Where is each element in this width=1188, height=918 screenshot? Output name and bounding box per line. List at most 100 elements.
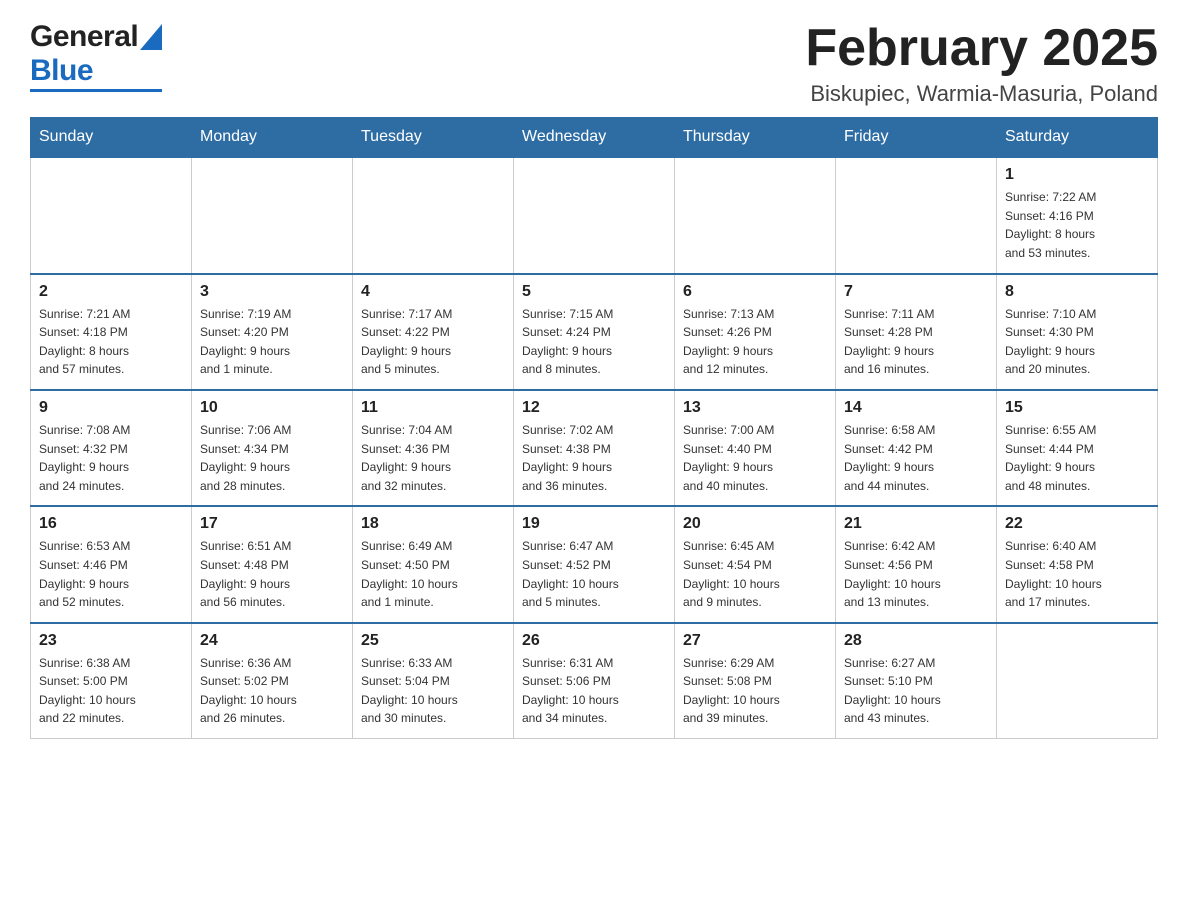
week-row-1: 1Sunrise: 7:22 AM Sunset: 4:16 PM Daylig… [31,157,1158,273]
day-header-sunday: Sunday [31,118,192,158]
calendar-cell: 21Sunrise: 6:42 AM Sunset: 4:56 PM Dayli… [836,506,997,622]
day-info: Sunrise: 7:17 AM Sunset: 4:22 PM Dayligh… [361,305,505,379]
day-info: Sunrise: 7:15 AM Sunset: 4:24 PM Dayligh… [522,305,666,379]
month-title: February 2025 [805,20,1158,77]
calendar-cell: 2 Sunrise: 7:21 AM Sunset: 4:18 PM Daylig… [31,274,192,390]
day-info: Sunrise: 6:55 AM Sunset: 4:44 PM Dayligh… [1005,421,1149,495]
calendar-cell: 23Sunrise: 6:38 AM Sunset: 5:00 PM Dayli… [31,623,192,739]
day-number: 24 [200,632,344,650]
calendar-cell: 14 Sunrise: 6:58 AM Sunset: 4:42 PM Dayli… [836,390,997,506]
day-info: Sunrise: 6:29 AM Sunset: 5:08 PM Dayligh… [683,654,827,728]
day-info: Sunrise: 6:47 AM Sunset: 4:52 PM Dayligh… [522,537,666,611]
calendar-cell: 1Sunrise: 7:22 AM Sunset: 4:16 PM Daylig… [997,157,1158,273]
day-info: Sunrise: 6:45 AM Sunset: 4:54 PM Dayligh… [683,537,827,611]
day-info: Sunrise: 6:51 AM Sunset: 4:48 PM Dayligh… [200,537,344,611]
day-info: Sunrise: 6:27 AM Sunset: 5:10 PM Dayligh… [844,654,988,728]
calendar-cell [836,157,997,273]
calendar-cell: 27 Sunrise: 6:29 AM Sunset: 5:08 PM Dayli… [675,623,836,739]
logo-triangle-icon [140,24,162,50]
day-number: 11 [361,399,505,417]
day-header-friday: Friday [836,118,997,158]
page-header: General Blue February 2025 Biskupiec, Wa… [30,20,1158,107]
day-number: 2 [39,283,183,301]
calendar-cell: 24 Sunrise: 6:36 AM Sunset: 5:02 PM Dayli… [192,623,353,739]
day-info: Sunrise: 7:06 AM Sunset: 4:34 PM Dayligh… [200,421,344,495]
day-number: 26 [522,632,666,650]
week-row-3: 9 Sunrise: 7:08 AM Sunset: 4:32 PM Daylig… [31,390,1158,506]
day-number: 5 [522,283,666,301]
calendar-cell: 10 Sunrise: 7:06 AM Sunset: 4:34 PM Dayli… [192,390,353,506]
week-row-5: 23Sunrise: 6:38 AM Sunset: 5:00 PM Dayli… [31,623,1158,739]
day-info: Sunrise: 7:00 AM Sunset: 4:40 PM Dayligh… [683,421,827,495]
day-number: 10 [200,399,344,417]
day-number: 23 [39,632,183,650]
calendar-cell [514,157,675,273]
day-info: Sunrise: 7:19 AM Sunset: 4:20 PM Dayligh… [200,305,344,379]
calendar-cell: 8Sunrise: 7:10 AM Sunset: 4:30 PM Daylig… [997,274,1158,390]
day-info: Sunrise: 7:21 AM Sunset: 4:18 PM Dayligh… [39,305,183,379]
calendar-cell: 4 Sunrise: 7:17 AM Sunset: 4:22 PM Daylig… [353,274,514,390]
day-number: 3 [200,283,344,301]
day-number: 25 [361,632,505,650]
day-number: 16 [39,515,183,533]
day-info: Sunrise: 7:11 AM Sunset: 4:28 PM Dayligh… [844,305,988,379]
calendar-cell: 11 Sunrise: 7:04 AM Sunset: 4:36 PM Dayli… [353,390,514,506]
calendar-cell [353,157,514,273]
day-info: Sunrise: 6:36 AM Sunset: 5:02 PM Dayligh… [200,654,344,728]
day-number: 28 [844,632,988,650]
day-info: Sunrise: 7:02 AM Sunset: 4:38 PM Dayligh… [522,421,666,495]
day-info: Sunrise: 7:22 AM Sunset: 4:16 PM Dayligh… [1005,188,1149,262]
calendar-cell: 19Sunrise: 6:47 AM Sunset: 4:52 PM Dayli… [514,506,675,622]
calendar-cell: 18Sunrise: 6:49 AM Sunset: 4:50 PM Dayli… [353,506,514,622]
calendar-cell: 17 Sunrise: 6:51 AM Sunset: 4:48 PM Dayli… [192,506,353,622]
calendar-cell: 28 Sunrise: 6:27 AM Sunset: 5:10 PM Dayli… [836,623,997,739]
day-number: 14 [844,399,988,417]
calendar-cell: 12 Sunrise: 7:02 AM Sunset: 4:38 PM Dayli… [514,390,675,506]
day-number: 27 [683,632,827,650]
day-header-tuesday: Tuesday [353,118,514,158]
day-info: Sunrise: 6:58 AM Sunset: 4:42 PM Dayligh… [844,421,988,495]
logo-general-text: General [30,20,138,54]
day-info: Sunrise: 7:13 AM Sunset: 4:26 PM Dayligh… [683,305,827,379]
calendar-cell: 22Sunrise: 6:40 AM Sunset: 4:58 PM Dayli… [997,506,1158,622]
calendar-cell: 9 Sunrise: 7:08 AM Sunset: 4:32 PM Daylig… [31,390,192,506]
day-info: Sunrise: 6:53 AM Sunset: 4:46 PM Dayligh… [39,537,183,611]
day-number: 21 [844,515,988,533]
day-number: 6 [683,283,827,301]
day-number: 12 [522,399,666,417]
day-number: 4 [361,283,505,301]
calendar-cell: 25 Sunrise: 6:33 AM Sunset: 5:04 PM Dayli… [353,623,514,739]
location-title: Biskupiec, Warmia-Masuria, Poland [805,81,1158,107]
day-number: 13 [683,399,827,417]
day-header-monday: Monday [192,118,353,158]
logo-blue-text: Blue [30,54,93,88]
week-row-4: 16 Sunrise: 6:53 AM Sunset: 4:46 PM Dayli… [31,506,1158,622]
day-number: 15 [1005,399,1149,417]
calendar-cell: 16 Sunrise: 6:53 AM Sunset: 4:46 PM Dayli… [31,506,192,622]
calendar-cell: 5 Sunrise: 7:15 AM Sunset: 4:24 PM Daylig… [514,274,675,390]
calendar-cell: 20 Sunrise: 6:45 AM Sunset: 4:54 PM Dayli… [675,506,836,622]
day-number: 18 [361,515,505,533]
calendar-cell [192,157,353,273]
day-info: Sunrise: 6:33 AM Sunset: 5:04 PM Dayligh… [361,654,505,728]
calendar-cell [31,157,192,273]
logo-underline [30,89,162,92]
day-info: Sunrise: 6:31 AM Sunset: 5:06 PM Dayligh… [522,654,666,728]
day-info: Sunrise: 6:40 AM Sunset: 4:58 PM Dayligh… [1005,537,1149,611]
day-header-saturday: Saturday [997,118,1158,158]
calendar-cell [675,157,836,273]
day-number: 20 [683,515,827,533]
day-number: 9 [39,399,183,417]
calendar-cell: 15 Sunrise: 6:55 AM Sunset: 4:44 PM Dayli… [997,390,1158,506]
day-number: 7 [844,283,988,301]
calendar-cell: 6 Sunrise: 7:13 AM Sunset: 4:26 PM Daylig… [675,274,836,390]
logo: General Blue [30,20,162,92]
day-info: Sunrise: 7:04 AM Sunset: 4:36 PM Dayligh… [361,421,505,495]
calendar-table: SundayMondayTuesdayWednesdayThursdayFrid… [30,117,1158,739]
calendar-cell: 3 Sunrise: 7:19 AM Sunset: 4:20 PM Daylig… [192,274,353,390]
day-number: 17 [200,515,344,533]
day-info: Sunrise: 7:08 AM Sunset: 4:32 PM Dayligh… [39,421,183,495]
day-header-thursday: Thursday [675,118,836,158]
calendar-cell: 26 Sunrise: 6:31 AM Sunset: 5:06 PM Dayli… [514,623,675,739]
week-row-2: 2 Sunrise: 7:21 AM Sunset: 4:18 PM Daylig… [31,274,1158,390]
